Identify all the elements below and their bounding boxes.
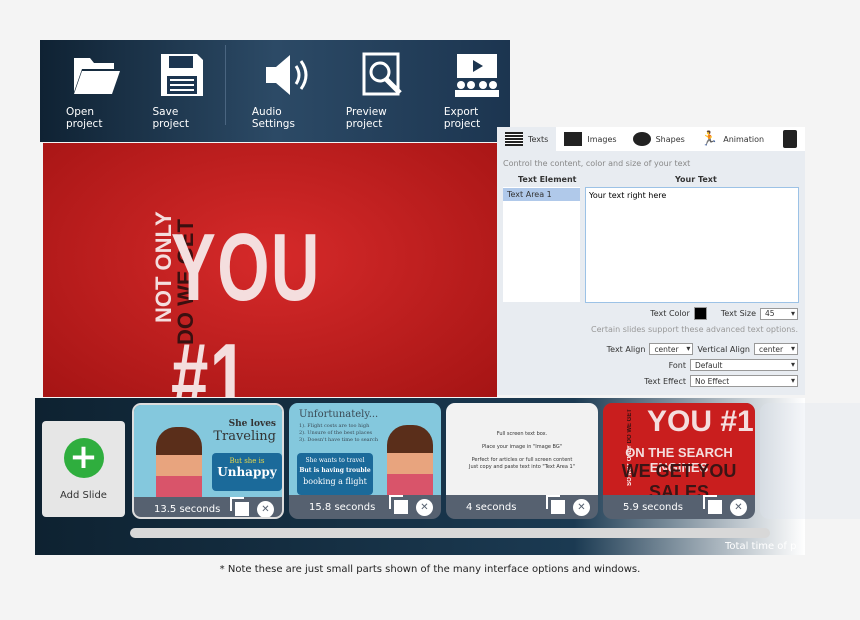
slide-thumbnail[interactable]: Full screen text box. Place your image in…: [446, 403, 598, 519]
tab-shapes[interactable]: Shapes: [625, 127, 693, 151]
text-align-label: Text Align: [606, 344, 646, 354]
duplicate-icon[interactable]: [235, 502, 249, 516]
duplicate-icon[interactable]: [394, 500, 408, 514]
open-project-label: Open project: [66, 106, 103, 130]
main-toolbar: Open project Save project Audio Settings…: [40, 40, 510, 142]
duplicate-icon[interactable]: [551, 500, 565, 514]
thumb-text: 1). Flight costs are too high: [299, 423, 370, 429]
text-color-label: Text Color: [650, 309, 690, 318]
tab-animation[interactable]: 🏃 Animation: [693, 127, 772, 151]
text-element-list: Text Area 1: [503, 187, 580, 302]
slide-thumbnail[interactable]: SO NOT ONLY DO WE GET YOU #1 ON THE SEAR…: [603, 403, 755, 519]
thumb-text: Place your image in "Image BG": [481, 444, 563, 450]
tab-texts[interactable]: Texts: [497, 127, 557, 151]
tab-label: Images: [587, 134, 617, 144]
thumb-text: WE GET YOU SALES: [621, 461, 737, 495]
image-icon: [564, 132, 583, 146]
tab-add-document[interactable]: [775, 127, 805, 151]
delete-icon[interactable]: ✕: [730, 498, 747, 516]
slide-thumbnail[interactable]: She loves Traveling But she is Unhappy 13.…: [132, 403, 284, 519]
delete-icon[interactable]: ✕: [416, 498, 433, 516]
filmstrip-scrollbar[interactable]: [130, 528, 770, 538]
thumb-text: 2). Unsure of the best places: [299, 430, 373, 436]
thumb-text: Unhappy: [217, 465, 277, 479]
preview-project-button[interactable]: Preview project: [346, 52, 418, 130]
panel-hint: Control the content, color and size of y…: [503, 159, 691, 168]
slide-headline: YOU #1: [171, 214, 321, 397]
speaker-icon: [265, 55, 308, 95]
thumb-text: She loves: [228, 419, 276, 429]
audio-settings-button[interactable]: Audio Settings: [252, 52, 320, 130]
total-time-label: Total time of p: [725, 541, 797, 552]
tab-label: Shapes: [655, 134, 685, 144]
panel-tabs: Texts Images Shapes 🏃 Animation: [497, 127, 805, 151]
slide-duration: 5.9 seconds: [623, 501, 683, 513]
text-size-label: Text Size: [720, 309, 756, 318]
plus-icon: +: [63, 437, 104, 478]
slide-duration: 15.8 seconds: [309, 501, 376, 513]
thumb-text: But is having trouble: [299, 467, 371, 474]
audio-settings-label: Audio Settings: [251, 106, 295, 130]
toolbar-divider: [224, 45, 226, 125]
text-size-select[interactable]: 45: [760, 307, 798, 320]
thumb-text: DO WE GET: [627, 409, 633, 444]
font-select[interactable]: Default: [690, 359, 798, 371]
thumb-text: Just copy and paste text into "Text Area…: [469, 464, 575, 470]
add-document-icon: [783, 130, 797, 148]
text-effect-label: Text Effect: [644, 376, 686, 386]
slide-filmstrip: + Add Slide She loves Traveling But she i…: [35, 398, 860, 555]
slide-canvas[interactable]: NOT ONLY DO WE GET YOU #1: [43, 143, 497, 397]
footnote: * Note these are just small parts shown …: [219, 564, 641, 575]
text-input[interactable]: Your text right here: [585, 187, 799, 303]
duplicate-icon[interactable]: [708, 500, 722, 514]
add-slide-button[interactable]: + Add Slide: [42, 421, 125, 517]
font-label: Font: [668, 360, 686, 370]
text-effect-select[interactable]: No Effect: [690, 375, 798, 387]
magnifier-preview-icon: [362, 52, 402, 96]
vertical-align-label: Vertical Align: [697, 344, 750, 354]
thumb-text: She wants to travel: [305, 457, 365, 464]
thumb-text: 3). Doesn't have time to search: [299, 437, 379, 443]
text-properties-panel: Texts Images Shapes 🏃 Animation Control t…: [497, 127, 805, 395]
delete-icon[interactable]: ✕: [573, 498, 590, 516]
speech-bubble-icon: [632, 132, 651, 146]
export-project-button[interactable]: Export project: [444, 52, 510, 130]
tab-label: Texts: [528, 134, 549, 144]
preview-project-label: Preview project: [345, 106, 387, 130]
floppy-disk-icon: [160, 54, 203, 96]
tab-label: Animation: [723, 134, 765, 144]
thumb-text: YOU #1: [647, 405, 754, 438]
advanced-hint: Certain slides support these advanced te…: [591, 325, 798, 334]
thumb-text: booking a flight: [303, 477, 367, 486]
slide-thumbnail-partial[interactable]: [760, 403, 860, 519]
slide-duration: 13.5 seconds: [154, 503, 221, 515]
vertical-align-select[interactable]: center: [754, 343, 798, 355]
thumb-text: Traveling: [213, 429, 276, 444]
text-element-header: Text Element: [518, 175, 577, 184]
presentation-audience-icon: [454, 54, 499, 97]
save-project-label: Save project: [152, 106, 189, 130]
text-element-item[interactable]: Text Area 1: [503, 188, 580, 201]
folder-open-icon: [74, 58, 121, 94]
woman-illustration: [156, 427, 202, 497]
open-project-button[interactable]: Open project: [66, 52, 127, 130]
add-slide-label: Add Slide: [60, 489, 107, 501]
thumb-text: Full screen text box.: [496, 431, 548, 437]
text-align-select[interactable]: center: [649, 343, 694, 355]
save-project-button[interactable]: Save project: [153, 52, 211, 130]
tab-images[interactable]: Images: [556, 127, 624, 151]
running-man-icon: 🏃: [700, 131, 719, 147]
text-color-swatch[interactable]: [693, 307, 707, 320]
thumb-text: Unfortunately...: [299, 409, 379, 420]
thumb-text: But she is: [229, 457, 265, 465]
delete-icon[interactable]: ✕: [257, 500, 274, 517]
slide-duration: 4 seconds: [466, 501, 517, 513]
your-text-header: Your Text: [675, 175, 717, 184]
woman-illustration: [387, 425, 433, 495]
thumb-text: Perfect for articles or full screen cont…: [471, 457, 573, 463]
text-lines-icon: [505, 132, 523, 146]
slide-thumbnail[interactable]: Unfortunately... 1). Flight costs are to…: [289, 403, 441, 519]
